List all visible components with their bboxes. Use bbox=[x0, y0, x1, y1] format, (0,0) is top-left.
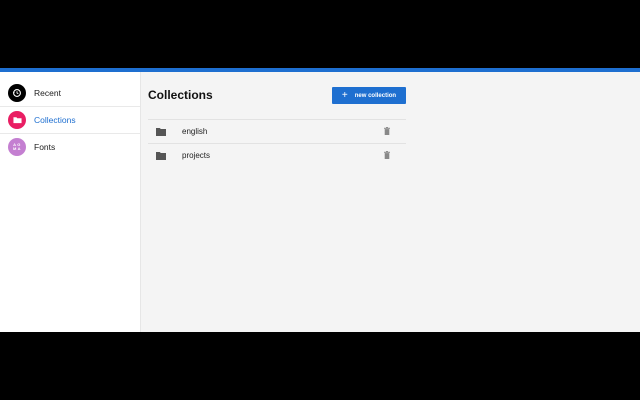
sidebar: Recent Collections A GM A Fonts bbox=[0, 72, 141, 332]
page-header: Collections + new collection bbox=[148, 86, 406, 106]
folder-icon bbox=[8, 111, 26, 129]
new-collection-label: new collection bbox=[354, 92, 397, 99]
top-black-bar bbox=[0, 0, 640, 68]
sidebar-item-collections[interactable]: Collections bbox=[0, 106, 140, 133]
page-title: Collections bbox=[148, 88, 213, 102]
collection-name: english bbox=[182, 127, 208, 136]
plus-icon: + bbox=[341, 89, 348, 101]
history-icon bbox=[8, 84, 26, 102]
sidebar-item-recent[interactable]: Recent bbox=[0, 80, 140, 106]
collection-row-english[interactable]: english bbox=[148, 120, 406, 144]
collection-name: projects bbox=[182, 151, 211, 160]
folder-icon bbox=[156, 152, 166, 160]
bottom-black-bar bbox=[0, 332, 640, 400]
sidebar-item-fonts[interactable]: A GM A Fonts bbox=[0, 133, 140, 160]
folder-icon bbox=[156, 128, 166, 136]
trash-icon[interactable] bbox=[384, 127, 390, 135]
app-window: Recent Collections A GM A Fonts Collecti… bbox=[0, 72, 640, 332]
collection-list: english projects bbox=[148, 119, 406, 167]
main-content: Collections + new collection english pro… bbox=[148, 72, 406, 332]
font-letters-icon: A GM A bbox=[8, 138, 26, 156]
collection-row-projects[interactable]: projects bbox=[148, 144, 406, 167]
sidebar-item-label: Fonts bbox=[34, 142, 56, 152]
trash-icon[interactable] bbox=[384, 151, 390, 159]
new-collection-button[interactable]: + new collection bbox=[332, 87, 406, 104]
sidebar-item-label: Collections bbox=[34, 115, 76, 125]
sidebar-item-label: Recent bbox=[34, 88, 61, 98]
